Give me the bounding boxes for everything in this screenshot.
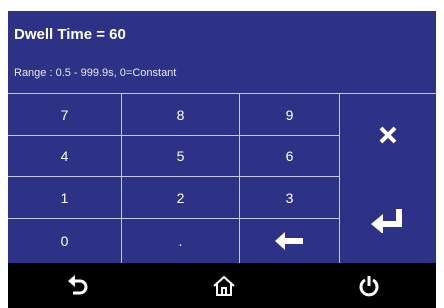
- key-decimal[interactable]: .: [122, 219, 239, 263]
- key-9[interactable]: 9: [240, 94, 339, 135]
- backspace-button[interactable]: [240, 219, 339, 263]
- arrow-left-icon: [274, 232, 303, 250]
- power-icon: [359, 275, 379, 296]
- screen: Dwell Time = 60 Range : 0.5 - 999.9s, 0=…: [8, 11, 436, 308]
- key-6[interactable]: 6: [240, 136, 339, 176]
- close-icon: [379, 126, 397, 144]
- page-title: Dwell Time = 60: [14, 26, 126, 43]
- clear-button[interactable]: [340, 94, 436, 176]
- key-3[interactable]: 3: [240, 177, 339, 218]
- keypad-panel: Dwell Time = 60 Range : 0.5 - 999.9s, 0=…: [8, 11, 436, 263]
- back-icon: [68, 274, 88, 294]
- power-button[interactable]: [339, 263, 399, 308]
- key-7[interactable]: 7: [8, 94, 121, 135]
- back-button[interactable]: [48, 263, 108, 308]
- home-button[interactable]: [194, 263, 254, 308]
- enter-button[interactable]: [340, 177, 436, 263]
- key-4[interactable]: 4: [8, 136, 121, 176]
- key-5[interactable]: 5: [122, 136, 239, 176]
- key-8[interactable]: 8: [122, 94, 239, 135]
- range-hint: Range : 0.5 - 999.9s, 0=Constant: [14, 67, 177, 79]
- key-0[interactable]: 0: [8, 219, 121, 263]
- bottom-nav-bar: [8, 263, 436, 308]
- home-icon: [213, 275, 235, 296]
- enter-icon: [371, 209, 402, 233]
- key-1[interactable]: 1: [8, 177, 121, 218]
- key-2[interactable]: 2: [122, 177, 239, 218]
